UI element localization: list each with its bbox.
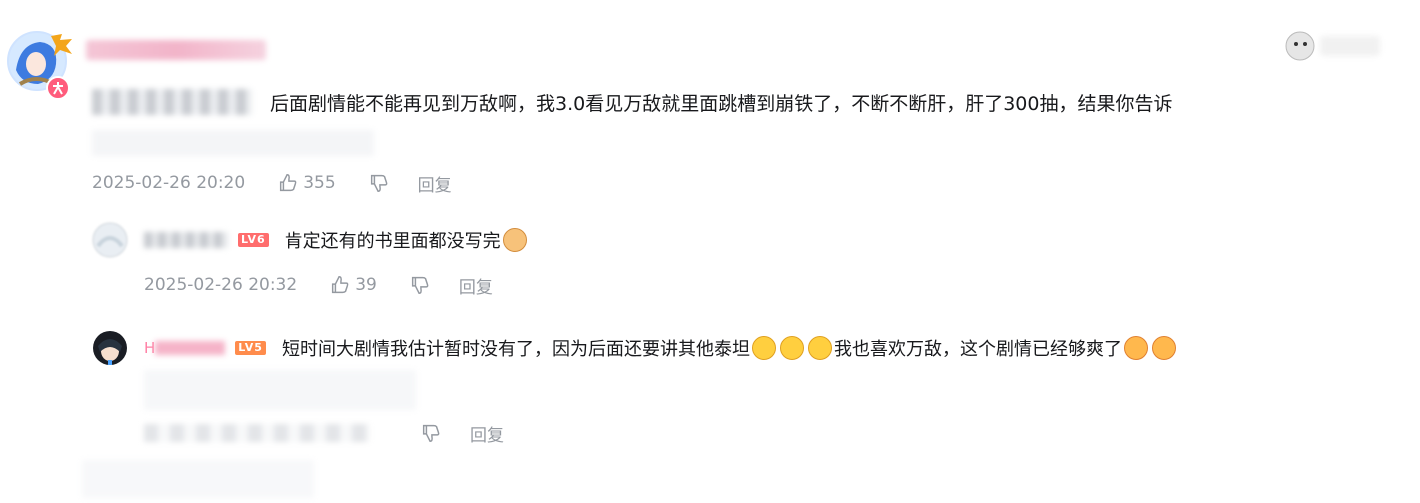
laughing-tears-emoji	[807, 336, 832, 360]
top-right-decoration-icon	[1276, 26, 1388, 68]
redacted-text-line	[92, 130, 374, 156]
redacted-meta	[144, 424, 370, 442]
dislike-button[interactable]	[368, 172, 390, 194]
reply-button[interactable]: 回复	[459, 273, 493, 298]
laughing-tears-emoji	[751, 336, 776, 360]
redacted-block	[144, 370, 416, 410]
comment-time: 2025-02-26 20:20	[92, 173, 246, 193]
dislike-button[interactable]	[420, 422, 442, 444]
avatar-pendant-icon	[48, 32, 76, 58]
reply-button[interactable]: 回复	[418, 171, 452, 196]
shocked-face-emoji	[1151, 336, 1176, 360]
thumbs-up-icon	[332, 276, 349, 294]
like-count: 39	[355, 275, 377, 295]
laughing-tears-emoji	[779, 336, 804, 360]
dislike-button[interactable]	[409, 274, 431, 296]
comment-meta: 2025-02-26 20:20 355 回复	[92, 170, 452, 196]
thumbs-down-icon	[370, 174, 388, 192]
reply-meta: 回复	[420, 420, 504, 446]
level-badge: LV5	[235, 341, 266, 355]
reply-text-part-1: 短时间大剧情我估计暂时没有了，因为后面还要讲其他泰坦	[281, 339, 750, 360]
like-button[interactable]: 39	[329, 274, 377, 296]
like-count: 355	[303, 173, 336, 193]
reply-avatar[interactable]	[92, 330, 128, 366]
vip-badge-icon	[46, 76, 70, 100]
level-badge: LV6	[238, 233, 269, 247]
reply-button[interactable]: 回复	[470, 421, 504, 446]
cat-face-emoji	[502, 228, 527, 252]
username-redacted[interactable]	[144, 232, 228, 248]
redacted-inline-image	[92, 89, 252, 115]
reply-meta: 2025-02-26 20:32 39 回复	[144, 272, 493, 298]
reply-text-part-2: 我也喜欢万敌，这个剧情已经够爽了	[833, 339, 1122, 360]
thumbs-down-icon	[411, 276, 429, 294]
reply-avatar[interactable]	[92, 222, 128, 258]
comment-text: 后面剧情能不能再见到万敌啊，我3.0看见万敌就里面跳槽到崩铁了，不断不断肝，肝了…	[270, 92, 1173, 115]
thumbs-up-icon	[280, 174, 297, 192]
reply-time: 2025-02-26 20:32	[144, 275, 298, 295]
reply-text: 肯定还有的书里面都没写完	[284, 231, 501, 252]
thumbs-down-icon	[422, 424, 440, 442]
redacted-bottom-block	[82, 460, 314, 498]
username-redacted[interactable]	[155, 341, 226, 355]
shocked-face-emoji	[1123, 336, 1148, 360]
comment-text-row: 后面剧情能不能再见到万敌啊，我3.0看见万敌就里面跳槽到崩铁了，不断不断肝，肝了…	[92, 84, 1412, 120]
username-prefix[interactable]: H	[144, 339, 155, 357]
reply-row: H LV5 短时间大剧情我估计暂时没有了，因为后面还要讲其他泰坦 我也喜欢万敌，…	[144, 334, 1178, 362]
like-button[interactable]: 355	[277, 172, 336, 194]
username-redacted[interactable]	[86, 40, 266, 60]
reply-row: LV6 肯定还有的书里面都没写完	[144, 226, 529, 254]
